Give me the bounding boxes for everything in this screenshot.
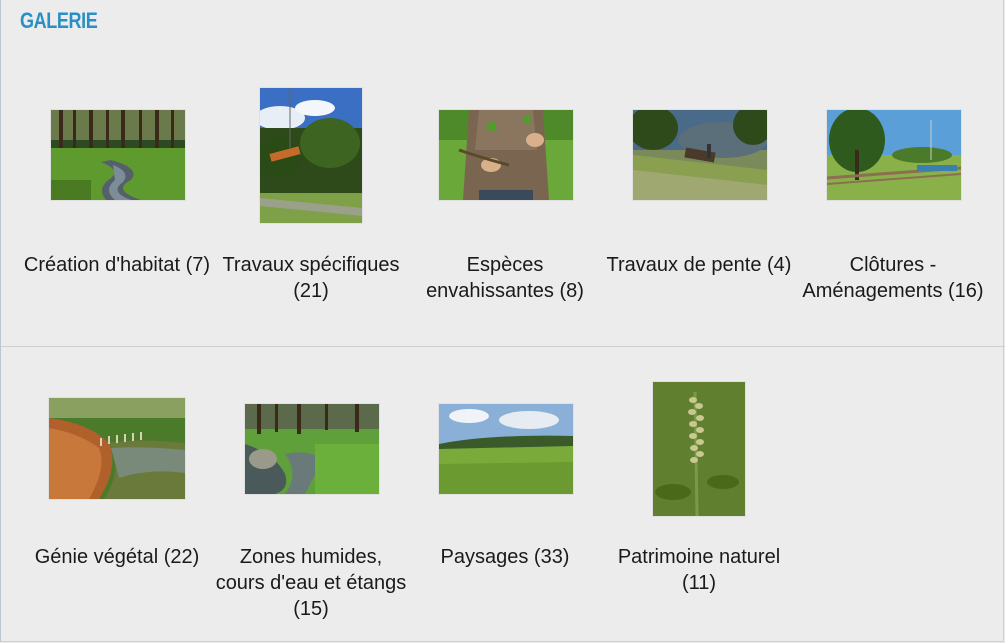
fence-tree-photo[interactable] xyxy=(827,110,961,200)
gallery-item-label[interactable]: Clôtures - Aménagements (16) xyxy=(796,252,990,304)
gallery-panel: GALERIE Création d'habitat (7) Travaux s… xyxy=(0,0,1005,642)
wild-plant-photo[interactable] xyxy=(653,382,745,516)
wetland-stream-photo[interactable] xyxy=(245,404,379,494)
gallery-item-label[interactable]: Génie végétal (22) xyxy=(20,544,214,570)
gallery-item-label[interactable]: Zones humides, cours d'eau et étangs (15… xyxy=(214,544,408,622)
riverbank-photo[interactable] xyxy=(49,398,185,499)
gallery-item-label[interactable]: Paysages (33) xyxy=(408,544,602,570)
gallery-item-patrimoine-naturel[interactable]: Patrimoine naturel (11) xyxy=(602,0,796,640)
gallery-item-paysages[interactable]: Paysages (33) xyxy=(408,0,602,640)
gallery-item-zones-humides[interactable]: Zones humides, cours d'eau et étangs (15… xyxy=(214,0,408,640)
gallery-item-label[interactable]: Patrimoine naturel (11) xyxy=(602,544,796,596)
gallery-item-clotures-amenagements[interactable]: Clôtures - Aménagements (16) xyxy=(796,0,990,340)
gallery-item-genie-vegetal[interactable]: Génie végétal (22) xyxy=(20,0,214,640)
meadow-landscape-photo[interactable] xyxy=(439,404,573,494)
